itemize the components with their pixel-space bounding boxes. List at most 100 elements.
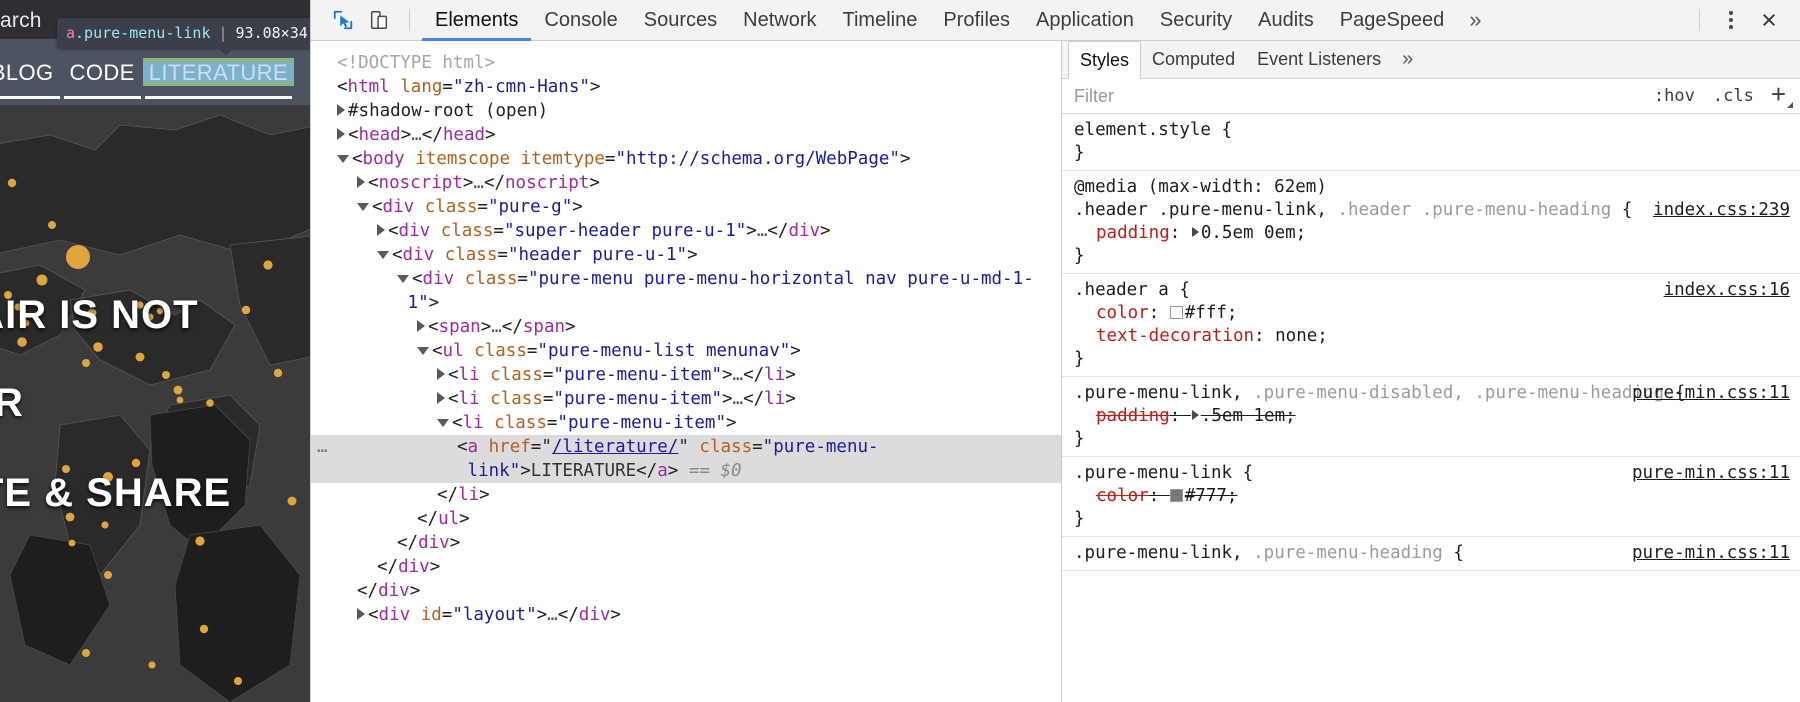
style-declaration[interactable]: text-decoration: none;	[1074, 325, 1790, 348]
style-source-link[interactable]: pure-min.css:11	[1632, 462, 1790, 485]
device-toolbar-icon[interactable]	[361, 4, 397, 36]
declaration-value[interactable]: #fff;	[1185, 303, 1238, 323]
dom-node[interactable]: <html lang="zh-cmn-Hans">	[311, 75, 1061, 99]
twisty-expanded-icon[interactable]	[357, 202, 369, 211]
declaration-property[interactable]: color	[1096, 303, 1149, 323]
declaration-property[interactable]: padding	[1096, 223, 1170, 243]
tab-audits[interactable]: Audits	[1245, 0, 1327, 41]
styles-tab-styles[interactable]: Styles	[1068, 41, 1142, 79]
twisty-expanded-icon[interactable]	[397, 274, 409, 283]
dom-node[interactable]: </div>	[311, 555, 1061, 579]
declaration-value[interactable]: .5em 1em;	[1201, 406, 1296, 426]
declaration-value[interactable]: 0.5em 0em;	[1201, 223, 1306, 243]
expand-shorthand-icon[interactable]	[1191, 410, 1199, 420]
twisty-collapsed-icon[interactable]	[437, 392, 445, 404]
dom-node[interactable]: <div class="super-header pure-u-1">…</di…	[311, 219, 1061, 243]
declaration-property[interactable]: padding	[1096, 406, 1170, 426]
dom-node[interactable]: <ul class="pure-menu-list menunav">	[311, 339, 1061, 363]
dom-node-selected[interactable]: … <a href="/literature/" class="pure-menu…	[311, 435, 1061, 483]
tab-profiles[interactable]: Profiles	[930, 0, 1023, 41]
twisty-collapsed-icon[interactable]	[377, 224, 385, 236]
dom-node[interactable]: <head>…</head>	[311, 123, 1061, 147]
dom-node[interactable]: <div id="layout">…</div>	[311, 603, 1061, 627]
style-rule-pure-menu-link[interactable]: .pure-menu-link {pure-min.css:11 color: #…	[1062, 457, 1800, 537]
dom-node[interactable]: </li>	[311, 483, 1061, 507]
style-declaration[interactable]: color: #fff;	[1074, 302, 1790, 325]
style-declaration[interactable]: padding: 0.5em 0em;	[1074, 222, 1790, 245]
twisty-expanded-icon[interactable]	[417, 346, 429, 355]
cls-toggle-button[interactable]: .cls	[1704, 86, 1763, 106]
twisty-collapsed-icon[interactable]	[337, 128, 345, 140]
nav-link-label: BLOG	[0, 60, 54, 85]
tab-pagespeed[interactable]: PageSpeed	[1327, 0, 1458, 41]
twisty-collapsed-icon[interactable]	[437, 368, 445, 380]
dom-token-tag: li	[458, 389, 480, 409]
dom-node[interactable]: <li class="pure-menu-item">…</li>	[311, 387, 1061, 411]
new-style-rule-button[interactable]: +	[1763, 81, 1794, 111]
dom-node[interactable]: <div class="header pure-u-1">	[311, 243, 1061, 267]
dom-node[interactable]: <div class="pure-g">	[311, 195, 1061, 219]
dom-token-val: "zh-cmn-Hans"	[452, 77, 590, 97]
selector-part: .header .pure-menu-link	[1074, 200, 1317, 220]
tab-application[interactable]: Application	[1023, 0, 1147, 41]
styles-filter-input[interactable]	[1074, 85, 1645, 107]
style-source-link[interactable]: index.css:16	[1664, 279, 1790, 302]
declaration-value[interactable]: #777;	[1185, 486, 1238, 506]
nav-link-code[interactable]: CODE	[62, 58, 143, 99]
dom-node[interactable]: <li class="pure-menu-item">…</li>	[311, 363, 1061, 387]
twisty-expanded-icon[interactable]	[337, 154, 349, 163]
selector-open-brace: {	[1611, 200, 1633, 220]
expand-shorthand-icon[interactable]	[1191, 227, 1199, 237]
style-rule-selector[interactable]: element.style {	[1074, 119, 1790, 142]
tab-network[interactable]: Network	[730, 0, 829, 41]
tab-sources[interactable]: Sources	[631, 0, 730, 41]
tab-console[interactable]: Console	[531, 0, 630, 41]
style-declaration[interactable]: padding: .5em 1em;	[1074, 405, 1790, 428]
style-rule-media-header-pure-menu-link[interactable]: @media (max-width: 62em) .header .pure-me…	[1062, 171, 1800, 274]
dom-node[interactable]: <li class="pure-menu-item">	[311, 411, 1061, 435]
twisty-expanded-icon[interactable]	[377, 250, 389, 259]
color-swatch[interactable]	[1169, 489, 1183, 502]
twisty-expanded-icon[interactable]	[437, 418, 449, 427]
color-swatch[interactable]	[1169, 306, 1183, 319]
inspect-element-icon[interactable]	[325, 4, 361, 36]
more-tabs-icon[interactable]: »	[1457, 7, 1493, 33]
dom-node[interactable]: </div>	[311, 531, 1061, 555]
hov-toggle-button[interactable]: :hov	[1645, 86, 1704, 106]
dom-node[interactable]: <div class="pure-menu pure-menu-horizont…	[311, 267, 1061, 315]
tab-elements[interactable]: Elements	[422, 0, 531, 41]
dom-node[interactable]: <span>…</span>	[311, 315, 1061, 339]
tab-timeline[interactable]: Timeline	[830, 0, 931, 41]
styles-more-tabs-icon[interactable]: »	[1392, 41, 1423, 78]
node-ellipsis-marker[interactable]: …	[317, 435, 329, 459]
nav-link-blog[interactable]: BLOG	[0, 58, 62, 99]
style-source-link[interactable]: index.css:239	[1653, 199, 1790, 222]
style-rule-pure-menu-link-heading[interactable]: .pure-menu-link, .pure-menu-heading {pur…	[1062, 537, 1800, 571]
twisty-collapsed-icon[interactable]	[417, 320, 425, 332]
dom-node[interactable]: </ul>	[311, 507, 1061, 531]
dom-tree-pane[interactable]: <!DOCTYPE html> <html lang="zh-cmn-Hans">…	[311, 41, 1061, 702]
twisty-collapsed-icon[interactable]	[337, 104, 345, 116]
dom-node[interactable]: <body itemscope itemtype="http://schema.…	[311, 147, 1061, 171]
style-source-link[interactable]: pure-min.css:11	[1632, 382, 1790, 405]
nav-link-literature[interactable]: LITERATURE	[142, 58, 294, 99]
declaration-value[interactable]: none;	[1275, 326, 1328, 346]
style-declaration[interactable]: color: #777;	[1074, 485, 1790, 508]
dom-node[interactable]: <noscript>…</noscript>	[311, 171, 1061, 195]
close-icon[interactable]: ×	[1750, 4, 1788, 36]
style-rule-element-style[interactable]: element.style {}	[1062, 114, 1800, 171]
style-rule-pure-menu-link-disabled-heading[interactable]: .pure-menu-link, .pure-menu-disabled, .p…	[1062, 377, 1800, 457]
dom-node[interactable]: <!DOCTYPE html>	[311, 51, 1061, 75]
tab-security[interactable]: Security	[1147, 0, 1245, 41]
styles-tab-event-listeners[interactable]: Event Listeners	[1246, 41, 1392, 78]
twisty-collapsed-icon[interactable]	[357, 608, 365, 620]
style-source-link[interactable]: pure-min.css:11	[1632, 542, 1790, 565]
declaration-property[interactable]: color	[1096, 486, 1149, 506]
twisty-collapsed-icon[interactable]	[357, 176, 365, 188]
kebab-menu-icon[interactable]	[1714, 4, 1748, 36]
dom-node[interactable]: </div>	[311, 579, 1061, 603]
declaration-property[interactable]: text-decoration	[1096, 326, 1254, 346]
styles-tab-computed[interactable]: Computed	[1141, 41, 1246, 78]
style-rule-header-a[interactable]: .header a {index.css:16 color: #fff; text-…	[1062, 274, 1800, 377]
dom-node[interactable]: #shadow-root (open)	[311, 99, 1061, 123]
